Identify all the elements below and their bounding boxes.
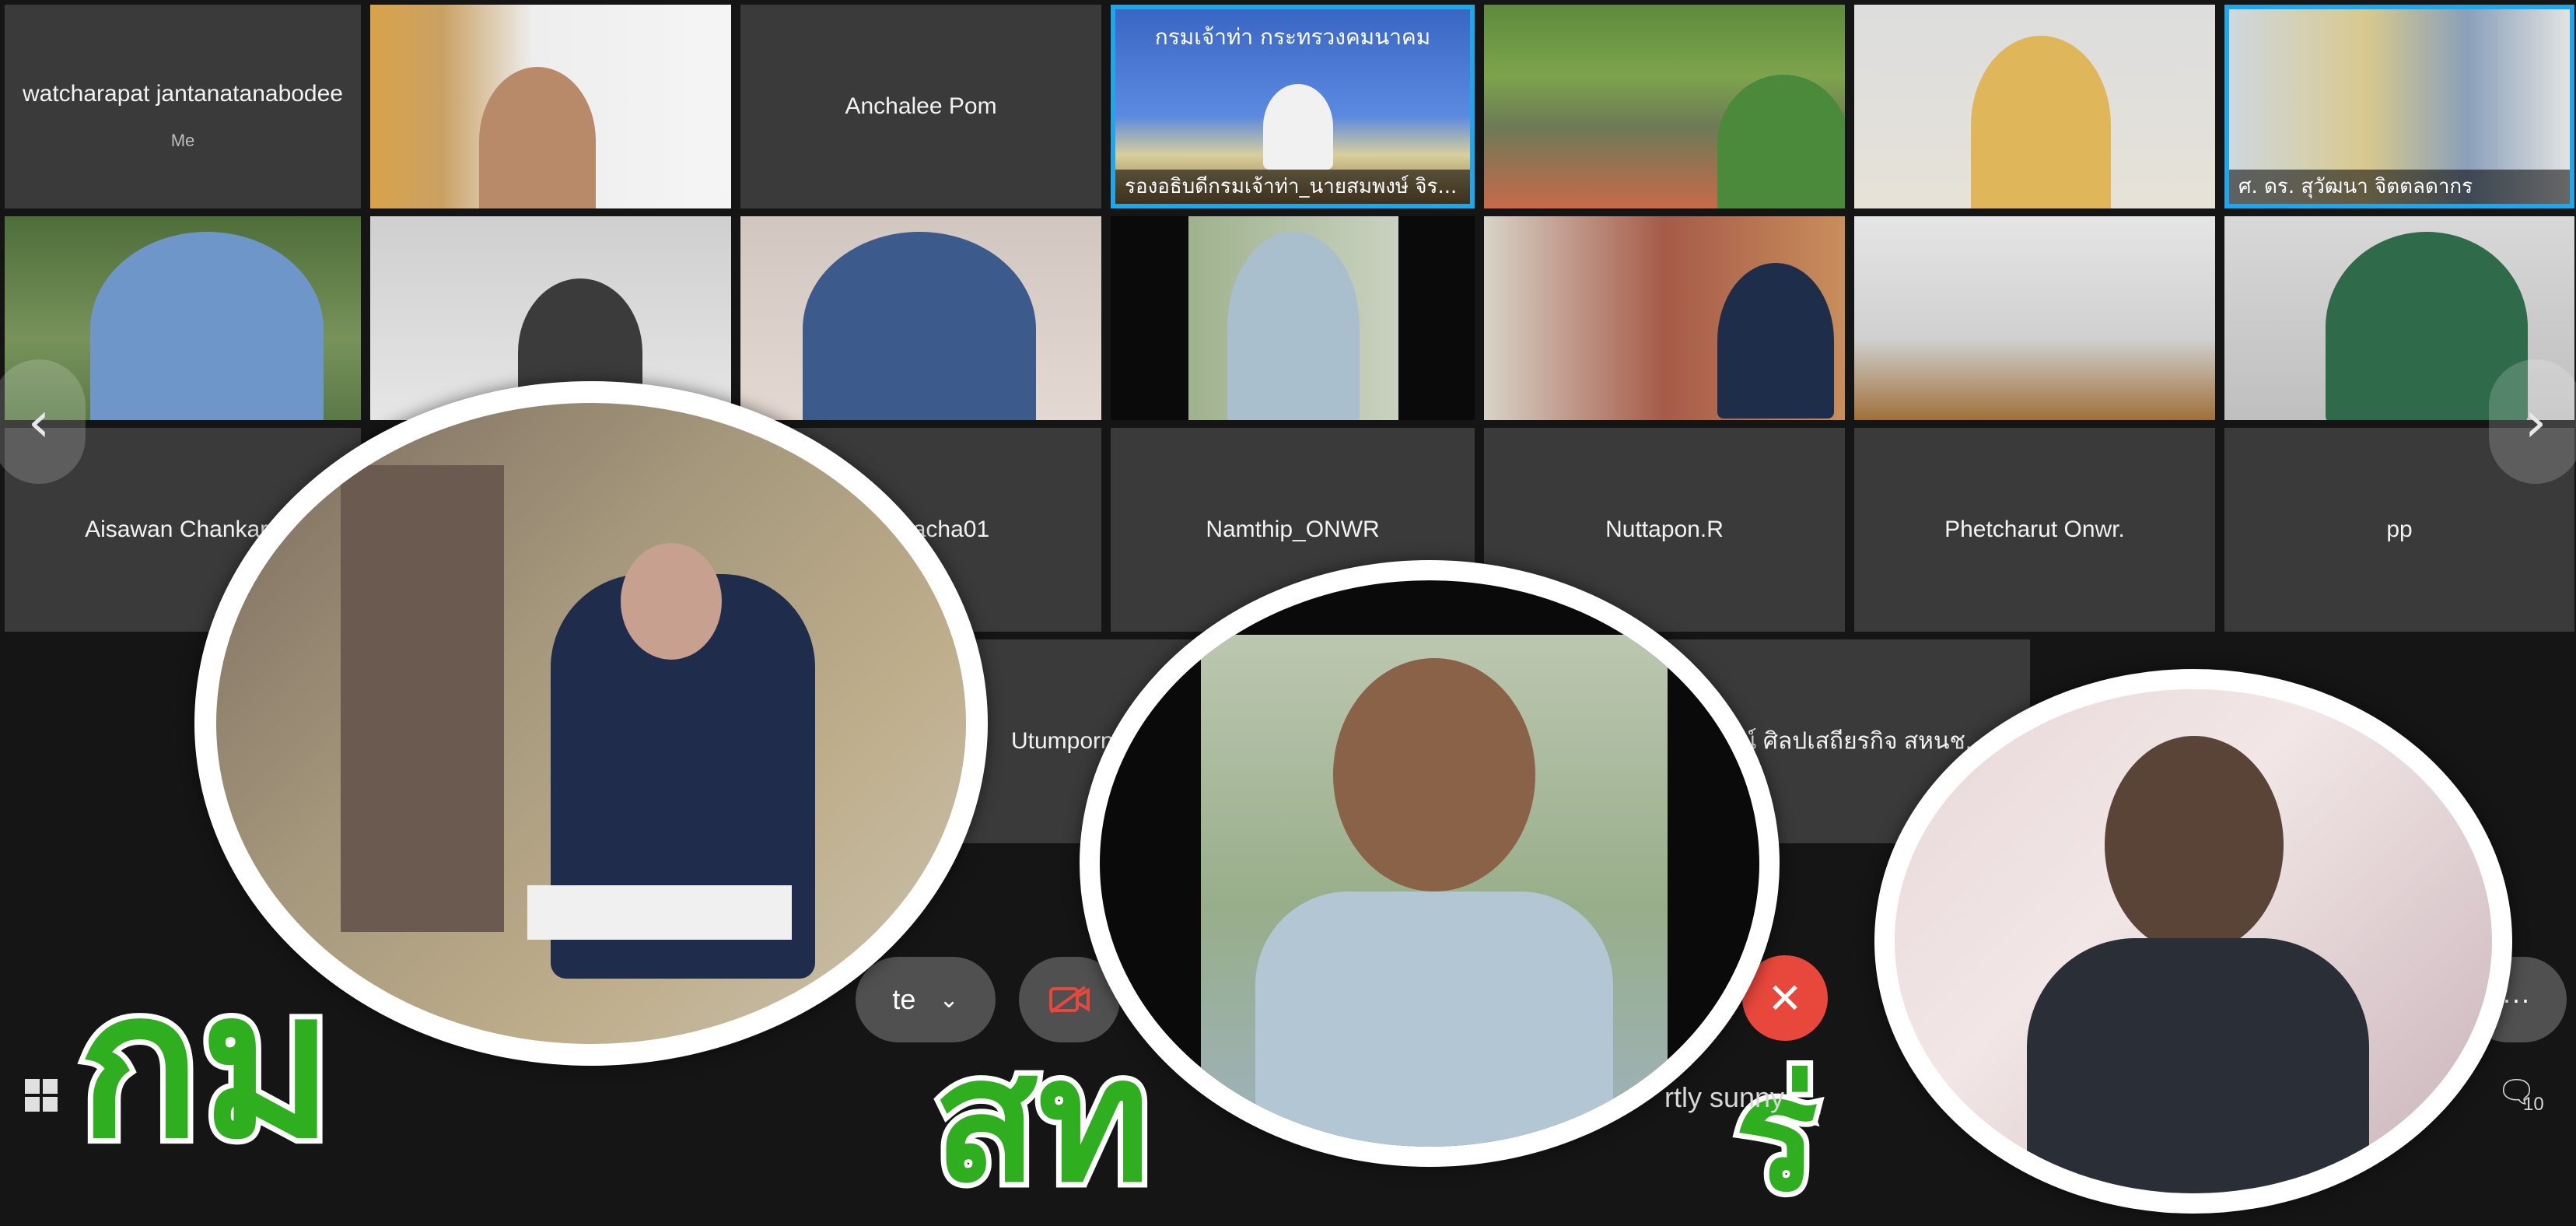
notification-center[interactable]: 🗨 10 (2497, 1074, 2544, 1115)
video-off-icon (1049, 986, 1090, 1014)
participant-tile-phetcharut[interactable]: Phetcharut Onwr. (1854, 428, 2215, 632)
participant-self-tag: Me (170, 131, 195, 151)
next-page-arrow[interactable]: › (2489, 359, 2576, 484)
participant-name: Anchalee Pom (845, 93, 997, 119)
weather-widget[interactable]: rtly sunny (1664, 1081, 1784, 1114)
participant-caption: รองอธิบดีกรมเจ้าท่า_นายสมพงษ์ จิร... (1115, 170, 1470, 204)
participant-tile-video[interactable]: ศ. ดร. สุวัฒนา จิตตลดากร (2224, 5, 2574, 208)
participant-tile-video[interactable] (1854, 5, 2215, 208)
notification-count: 10 (2523, 1094, 2544, 1115)
spotlight-circle-right (1874, 669, 2512, 1214)
participant-name: Phetcharut Onwr. (1944, 517, 2125, 542)
participant-name: Namthip_ONWR (1206, 517, 1380, 542)
participant-tile-video[interactable] (1111, 216, 1475, 420)
participant-caption: ศ. ดร. สุวัฒนา จิตตลดากร (2229, 170, 2570, 204)
mute-label: te (892, 983, 916, 1015)
spotlight-circle-center (1080, 560, 1780, 1167)
participant-tile-anchalee[interactable]: Anchalee Pom (740, 5, 1101, 208)
chevron-right-icon: › (2524, 389, 2547, 454)
close-icon: ✕ (1767, 973, 1803, 1023)
participant-tile-video[interactable] (1854, 216, 2215, 420)
chevron-left-icon: ‹ (27, 389, 51, 454)
chevron-down-icon: ⌄ (939, 986, 959, 1013)
participant-name: watcharapat jantanatanabodee (22, 81, 343, 107)
participant-name: pp (2386, 517, 2413, 542)
participant-tile-video[interactable] (740, 216, 1101, 420)
meeting-banner: กรมเจ้าท่า กระทรวงคมนาคม (1154, 24, 1431, 50)
participant-tile-active-speaker[interactable]: กรมเจ้าท่า กระทรวงคมนาคม รองอธิบดีกรมเจ้… (1111, 5, 1475, 208)
participant-tile-video[interactable] (370, 5, 731, 208)
prev-page-arrow[interactable]: ‹ (0, 359, 86, 484)
overlay-title-left: กม (72, 948, 339, 1183)
overlay-title-mid: สท (928, 1021, 1156, 1220)
windows-icon (25, 1079, 58, 1112)
participant-tile-video[interactable] (1484, 216, 1845, 420)
participant-name: Nuttapon.R (1605, 517, 1724, 542)
participant-tile-video[interactable] (1484, 5, 1845, 208)
windows-start-icon[interactable] (23, 1077, 59, 1120)
participant-tile-self[interactable]: watcharapat jantanatanabodee Me (5, 5, 361, 208)
